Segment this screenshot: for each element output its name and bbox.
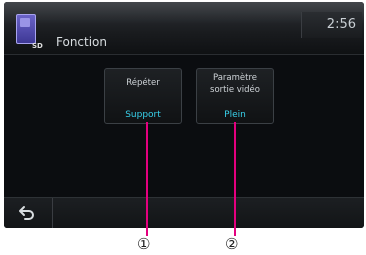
back-button[interactable] <box>4 198 53 228</box>
sd-label: SD <box>32 42 43 50</box>
video-output-label-line2: sortie vidéo <box>210 85 260 95</box>
page-title: Fonction <box>56 35 108 49</box>
callout-line-1 <box>146 122 148 236</box>
back-arrow-icon <box>19 206 34 220</box>
header-bar: SD Fonction 2:56 <box>4 2 364 55</box>
bottom-bar <box>4 197 364 228</box>
callout-number-1: ① <box>137 235 151 253</box>
repeat-value: Support <box>125 110 161 120</box>
repeat-button[interactable]: Répéter Support <box>104 68 182 124</box>
sd-card-icon[interactable] <box>16 14 36 44</box>
video-output-button[interactable]: Paramètre sortie vidéo Plein <box>196 68 274 124</box>
navigation-screen: SD Fonction 2:56 Répéter Support Paramèt… <box>4 2 364 228</box>
video-output-label-line1: Paramètre <box>212 73 258 83</box>
callout-number-2: ② <box>225 235 239 253</box>
clock-panel: 2:56 <box>301 12 362 38</box>
video-output-value: Plein <box>224 110 246 120</box>
callout-line-2 <box>234 122 236 236</box>
clock: 2:56 <box>326 17 356 32</box>
repeat-label: Répéter <box>126 78 160 88</box>
